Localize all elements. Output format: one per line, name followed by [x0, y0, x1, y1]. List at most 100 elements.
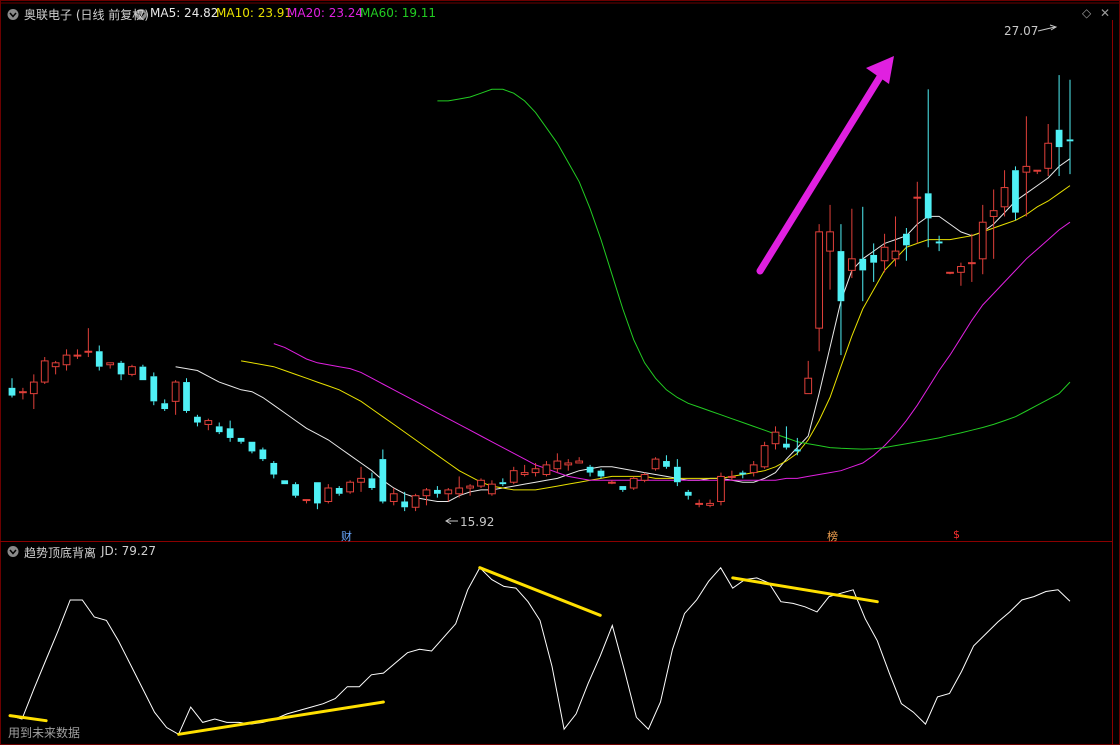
candle-body	[651, 458, 660, 470]
candle-body	[859, 258, 867, 271]
candle-body	[891, 250, 900, 260]
candle-body	[760, 445, 769, 468]
candle-body	[597, 470, 605, 477]
event-marker-ranking[interactable]: 榜	[827, 528, 838, 544]
event-marker-dollar[interactable]: $	[953, 528, 960, 541]
candle-body	[270, 462, 278, 475]
ma20-label: MA20: 23.24	[287, 6, 364, 20]
candle-body	[619, 486, 627, 490]
candle-body	[903, 233, 910, 246]
candle-body	[815, 231, 824, 329]
candle	[40, 357, 49, 384]
candle-body	[171, 381, 180, 402]
candle-body	[586, 466, 594, 473]
candle	[183, 378, 190, 413]
candle-body	[488, 483, 496, 495]
candle-body	[608, 481, 616, 484]
candle	[640, 472, 649, 483]
candle-body	[509, 470, 518, 483]
high-price-label: 27.07	[1004, 24, 1039, 38]
future-data-note: 用到未来数据	[8, 726, 81, 740]
candle-body	[183, 382, 190, 411]
candle-body	[499, 482, 507, 485]
candle-body	[389, 493, 398, 502]
candle-body	[314, 482, 321, 504]
candle-body	[346, 481, 355, 493]
candle-body	[629, 477, 638, 489]
candle-body	[51, 362, 60, 368]
candle	[477, 478, 485, 488]
event-marker-finance[interactable]: 财	[341, 528, 352, 544]
candle-body	[978, 221, 987, 260]
candle-body	[1000, 187, 1009, 208]
candle	[281, 480, 289, 485]
ma10-label: MA10: 23.91	[216, 6, 293, 20]
candle-body	[8, 387, 16, 396]
candle-body	[106, 362, 115, 366]
candle-body	[967, 262, 976, 265]
candle-body	[150, 376, 158, 402]
candle-body	[237, 437, 245, 442]
candle-body	[935, 241, 943, 244]
candle-body	[128, 366, 136, 375]
candle-body	[989, 210, 998, 217]
diamond-icon[interactable]: ◇	[1082, 6, 1091, 20]
candle-body	[793, 449, 801, 452]
candle-body	[695, 502, 704, 505]
candle-body	[826, 231, 834, 252]
candle-body	[706, 502, 714, 506]
candle-body	[717, 475, 725, 502]
candle-body	[466, 485, 474, 489]
candle	[139, 364, 147, 381]
candle-body	[379, 459, 387, 502]
candle-body	[673, 466, 681, 483]
candle-body	[139, 366, 147, 381]
kline-chart[interactable]	[0, 0, 1120, 745]
candle-body	[1066, 139, 1074, 142]
candle-body	[837, 251, 845, 302]
candle-body	[215, 426, 223, 433]
candle-body	[455, 487, 464, 495]
candle	[629, 476, 638, 490]
candle-body	[226, 428, 234, 438]
candle-body	[847, 258, 856, 271]
candle-body	[40, 360, 49, 383]
candle-body	[553, 460, 562, 470]
candle-body	[783, 443, 790, 448]
candle-body	[739, 472, 747, 475]
candle-body	[117, 362, 125, 375]
candle-body	[84, 350, 93, 353]
indicator-value: JD: 79.27	[101, 544, 156, 558]
candle-body	[324, 487, 333, 502]
ma5-label: MA5: 24.82	[150, 6, 219, 20]
candle-body	[924, 193, 932, 219]
candle-body	[411, 495, 420, 508]
candle-body	[434, 489, 441, 494]
candle	[128, 364, 136, 377]
candle-body	[401, 501, 409, 508]
candle-body	[357, 477, 365, 483]
close-icon[interactable]: ✕	[1100, 6, 1110, 20]
candle	[346, 480, 355, 494]
candle-body	[1044, 142, 1053, 169]
candle	[760, 441, 769, 469]
candle-body	[640, 474, 649, 481]
candle-body	[1033, 169, 1042, 172]
candle-body	[946, 271, 954, 274]
candle-body	[663, 461, 670, 467]
candle	[651, 457, 660, 471]
candle	[150, 372, 158, 406]
candle-body	[292, 484, 299, 496]
candle-body	[542, 464, 551, 476]
candle-body	[302, 499, 311, 502]
candle-body	[564, 462, 573, 466]
candle-body	[368, 478, 376, 488]
candle-body	[684, 491, 692, 496]
ma60-label: MA60: 19.11	[360, 6, 437, 20]
candle-body	[771, 431, 780, 445]
candle	[1012, 166, 1019, 221]
candle-body	[95, 351, 103, 367]
candle-body	[1022, 165, 1031, 173]
candle-body	[19, 391, 27, 394]
candle-body	[749, 464, 758, 474]
